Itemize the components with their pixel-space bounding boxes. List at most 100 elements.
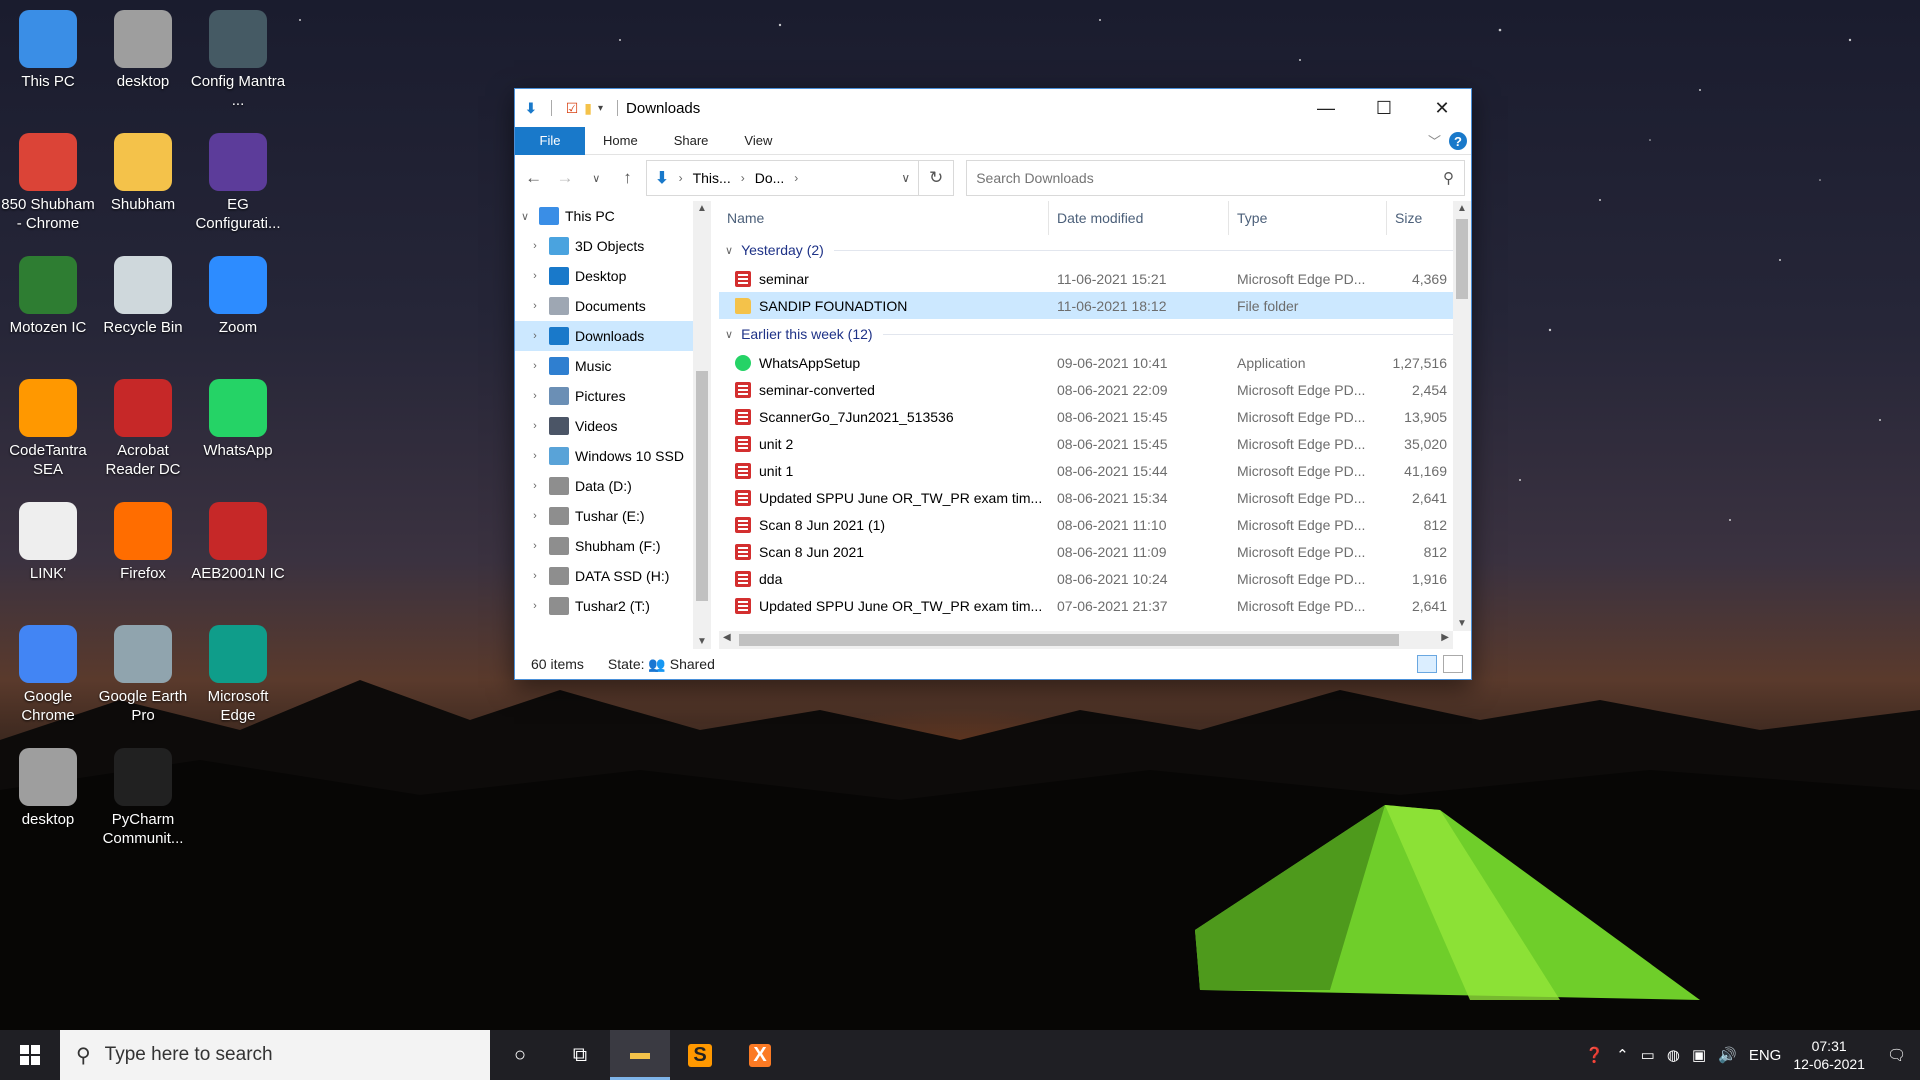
show-hidden-icons-icon[interactable]: ⌃ xyxy=(1616,1046,1629,1064)
help-icon[interactable]: ? xyxy=(1449,132,1467,150)
network-adapter-icon[interactable]: ▭ xyxy=(1641,1046,1655,1064)
close-button[interactable]: ✕ xyxy=(1413,89,1471,127)
help-tray-icon[interactable]: ❓ xyxy=(1585,1046,1604,1064)
customize-toolbar-icon[interactable]: ▾ xyxy=(598,103,603,114)
chevron-right-icon[interactable]: › xyxy=(525,390,545,402)
chevron-right-icon[interactable]: › xyxy=(741,171,745,185)
desktop-icon-firefox[interactable]: Firefox xyxy=(95,502,191,583)
desktop-icon-google-earth-pro[interactable]: Google Earth Pro xyxy=(95,625,191,725)
nav-item[interactable]: › Documents xyxy=(515,291,711,321)
back-button[interactable]: ← xyxy=(521,168,546,188)
globe-icon[interactable]: ◍ xyxy=(1667,1046,1680,1064)
recent-locations-button[interactable]: ∨ xyxy=(584,172,609,185)
column-date-modified[interactable]: Date modified xyxy=(1049,201,1229,235)
expand-ribbon-icon[interactable]: ﹀ xyxy=(1428,131,1441,150)
tab-home[interactable]: Home xyxy=(585,133,656,148)
desktop-icon-eg-configurati[interactable]: EG Configurati... xyxy=(190,133,286,233)
nav-item[interactable]: › Windows 10 SSD xyxy=(515,441,711,471)
up-button[interactable]: ↑ xyxy=(615,168,640,188)
desktop-icon-850-shubham-chrome[interactable]: 850 Shubham - Chrome xyxy=(0,133,96,233)
file-row[interactable]: Updated SPPU June OR_TW_PR exam tim... 07… xyxy=(719,592,1471,619)
nav-item[interactable]: › Desktop xyxy=(515,261,711,291)
file-row[interactable]: Updated SPPU June OR_TW_PR exam tim... 08… xyxy=(719,484,1471,511)
column-name[interactable]: Name xyxy=(719,201,1049,235)
breadcrumb-this-pc[interactable]: This... xyxy=(693,170,731,186)
scroll-down-icon[interactable]: ▼ xyxy=(1453,618,1471,629)
desktop-icon-desktop[interactable]: desktop xyxy=(95,10,191,91)
desktop-icon-this-pc[interactable]: This PC xyxy=(0,10,96,91)
nav-item[interactable]: › Tushar (E:) xyxy=(515,501,711,531)
desktop-icon-whatsapp[interactable]: WhatsApp xyxy=(190,379,286,460)
scroll-thumb[interactable] xyxy=(696,371,708,601)
chevron-right-icon[interactable]: › xyxy=(525,300,545,312)
file-row[interactable]: seminar 11-06-2021 15:21 Microsoft Edge PD… xyxy=(719,265,1471,292)
file-row[interactable]: unit 1 08-06-2021 15:44 Microsoft Edge PD.… xyxy=(719,457,1471,484)
file-list-horizontal-scrollbar[interactable]: ◀ ▶ xyxy=(719,631,1453,649)
chevron-down-icon[interactable]: ∨ xyxy=(725,244,733,257)
new-folder-icon[interactable]: ▮ xyxy=(584,100,592,117)
nav-item[interactable]: › DATA SSD (H:) xyxy=(515,561,711,591)
desktop-icon-zoom[interactable]: Zoom xyxy=(190,256,286,337)
chevron-right-icon[interactable]: › xyxy=(525,540,545,552)
chevron-right-icon[interactable]: › xyxy=(525,330,545,342)
chevron-right-icon[interactable]: › xyxy=(525,450,545,462)
scroll-up-icon[interactable]: ▲ xyxy=(1453,203,1471,214)
scroll-up-icon[interactable]: ▲ xyxy=(693,203,711,214)
tab-file[interactable]: File xyxy=(515,126,585,155)
title-bar[interactable]: ⬇ ☑ ▮ ▾ Downloads — ☐ ✕ xyxy=(515,89,1471,127)
nav-item[interactable]: › Tushar2 (T:) xyxy=(515,591,711,621)
address-bar[interactable]: ⬇ › This... › Do... › ∨ xyxy=(646,160,920,196)
desktop-icon-link[interactable]: LINK' xyxy=(0,502,96,583)
file-row[interactable]: Scan 8 Jun 2021 08-06-2021 11:09 Microsoft… xyxy=(719,538,1471,565)
chevron-right-icon[interactable]: › xyxy=(525,360,545,372)
desktop-icon-recycle-bin[interactable]: Recycle Bin xyxy=(95,256,191,337)
file-row[interactable]: WhatsAppSetup 09-06-2021 10:41 Application… xyxy=(719,349,1471,376)
file-row[interactable]: dda 08-06-2021 10:24 Microsoft Edge PD... 1… xyxy=(719,565,1471,592)
nav-item[interactable]: › Videos xyxy=(515,411,711,441)
security-icon[interactable]: ▣ xyxy=(1692,1046,1706,1064)
chevron-right-icon[interactable]: › xyxy=(525,420,545,432)
sublime-text-taskbar-icon[interactable]: S xyxy=(670,1030,730,1080)
scroll-down-icon[interactable]: ▼ xyxy=(693,636,711,647)
desktop-icon-google-chrome[interactable]: Google Chrome xyxy=(0,625,96,725)
start-button[interactable] xyxy=(0,1030,60,1080)
group-header-yesterday[interactable]: ∨ Yesterday (2) xyxy=(719,235,1471,265)
desktop-icon-motozen-ic[interactable]: Motozen IC xyxy=(0,256,96,337)
scroll-left-icon[interactable]: ◀ xyxy=(723,632,731,643)
scroll-right-icon[interactable]: ▶ xyxy=(1441,632,1449,643)
large-icons-view-icon[interactable] xyxy=(1443,655,1463,673)
search-input[interactable] xyxy=(976,170,1437,186)
maximize-button[interactable]: ☐ xyxy=(1355,89,1413,127)
chevron-right-icon[interactable]: › xyxy=(525,270,545,282)
breadcrumb-downloads[interactable]: Do... xyxy=(755,170,785,186)
nav-item[interactable]: › Data (D:) xyxy=(515,471,711,501)
scroll-thumb[interactable] xyxy=(739,634,1399,646)
nav-item[interactable]: › 3D Objects xyxy=(515,231,711,261)
chevron-down-icon[interactable]: ∨ xyxy=(725,328,733,341)
forward-button[interactable]: → xyxy=(552,168,577,188)
minimize-button[interactable]: — xyxy=(1297,89,1355,127)
file-row[interactable]: seminar-converted 08-06-2021 22:09 Microso… xyxy=(719,376,1471,403)
xampp-taskbar-icon[interactable]: X xyxy=(730,1030,790,1080)
file-row[interactable]: ScannerGo_7Jun2021_513536 08-06-2021 15:4… xyxy=(719,403,1471,430)
group-header-earlier-this-week[interactable]: ∨ Earlier this week (12) xyxy=(719,319,1471,349)
file-explorer-taskbar-icon[interactable]: ▬ xyxy=(610,1030,670,1080)
chevron-right-icon[interactable]: › xyxy=(525,570,545,582)
nav-item[interactable]: › Music xyxy=(515,351,711,381)
desktop-icon-pycharm-communit[interactable]: PyCharm Communit... xyxy=(95,748,191,848)
desktop-icon-desktop[interactable]: desktop xyxy=(0,748,96,829)
chevron-right-icon[interactable]: › xyxy=(794,171,798,185)
file-row[interactable]: Scan 8 Jun 2021 (1) 08-06-2021 11:10 Micro… xyxy=(719,511,1471,538)
chevron-down-icon[interactable]: ∨ xyxy=(515,210,535,223)
chevron-right-icon[interactable]: › xyxy=(525,510,545,522)
nav-scrollbar[interactable]: ▲ ▼ xyxy=(693,201,711,649)
cortana-icon[interactable]: ○ xyxy=(490,1030,550,1080)
refresh-button[interactable]: ↻ xyxy=(919,160,955,196)
tab-share[interactable]: Share xyxy=(656,133,727,148)
chevron-right-icon[interactable]: › xyxy=(525,240,545,252)
address-dropdown-icon[interactable]: ∨ xyxy=(901,171,910,185)
file-row[interactable]: SANDIP FOUNADTION 11-06-2021 18:12 File fo… xyxy=(719,292,1471,319)
nav-item[interactable]: › Pictures xyxy=(515,381,711,411)
scroll-thumb[interactable] xyxy=(1456,219,1468,299)
taskbar-search-box[interactable]: ⚲ Type here to search xyxy=(60,1030,490,1080)
